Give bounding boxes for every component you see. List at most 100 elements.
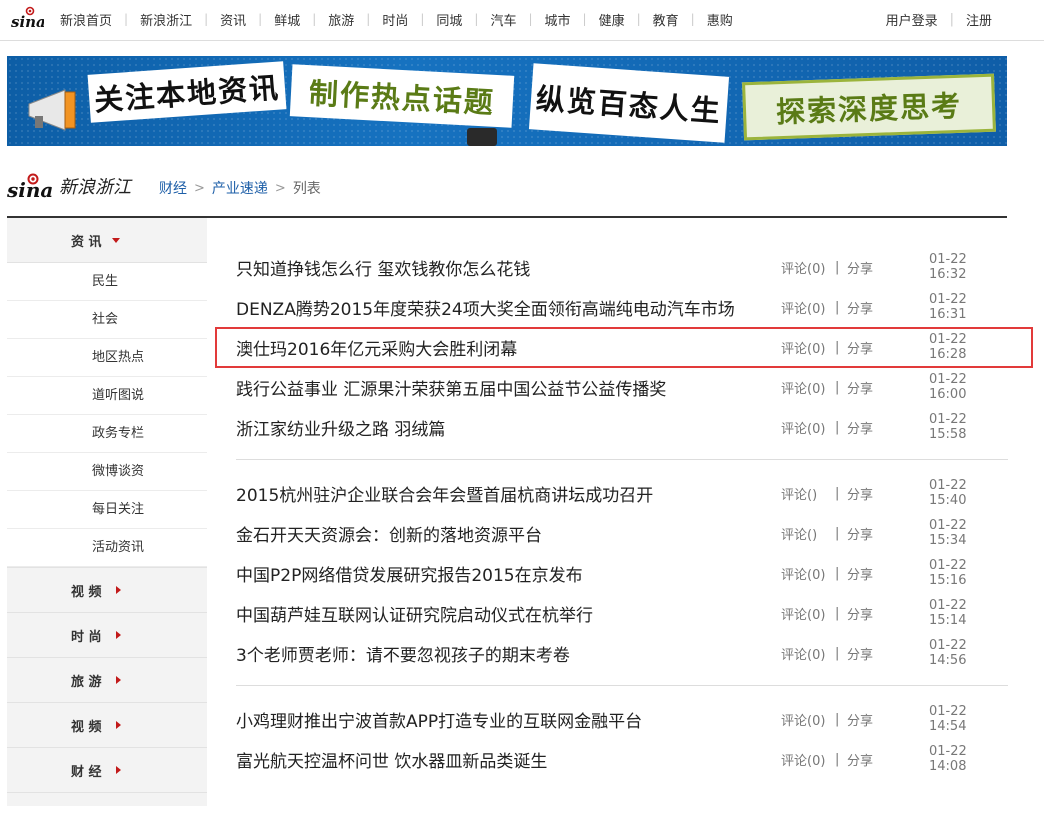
news-title-link[interactable]: 浙江家纺业升级之路 羽绒篇 <box>236 415 780 440</box>
share-link[interactable]: 分享 <box>847 710 873 729</box>
share-link[interactable]: 分享 <box>847 524 873 543</box>
separator: | <box>835 259 840 275</box>
separator: | <box>835 605 840 621</box>
brand-logo[interactable]: sina 新浪浙江 <box>7 172 131 200</box>
news-title-link[interactable]: DENZA腾势2015年度荣获24项大奖全面领衔高端纯电动汽车市场 <box>236 295 780 320</box>
share-link[interactable]: 分享 <box>847 258 873 277</box>
comment-link[interactable]: 评论(0) <box>781 564 825 583</box>
sidebar-category[interactable]: 读 图 <box>7 792 207 806</box>
comment-link[interactable]: 评论(0) <box>781 258 825 277</box>
nav-item[interactable]: 汽车 <box>478 10 528 29</box>
breadcrumb-finance[interactable]: 财经 <box>159 178 187 198</box>
news-title-link[interactable]: 中国葫芦娃互联网认证研究院启动仪式在杭举行 <box>236 601 780 626</box>
share-link[interactable]: 分享 <box>847 298 873 317</box>
news-title-link[interactable]: 2015杭州驻沪企业联合会年会暨首届杭商讲坛成功召开 <box>236 481 780 506</box>
nav-item[interactable]: 新浪首页 <box>48 10 124 29</box>
comment-link[interactable]: 评论() <box>781 524 817 543</box>
news-row: 富光航天控温杯问世 饮水器皿新品类诞生 评论(0) | 分享 01-22 14:08 <box>236 739 1008 779</box>
breadcrumb-industry[interactable]: 产业速递 <box>212 178 268 198</box>
news-row: 只知道挣钱怎么行 玺欢钱教你怎么花钱 评论(0) | 分享 01-22 16:32 <box>236 247 1008 287</box>
nav-item[interactable]: 惠购 <box>695 10 745 29</box>
comment-link[interactable]: 评论(0) <box>781 710 825 729</box>
nav-item[interactable]: 同城 <box>424 10 474 29</box>
sidebar-subitem[interactable]: 每日关注 <box>7 491 207 529</box>
news-row: 澳仕玛2016年亿元采购大会胜利闭幕 评论(0) | 分享 01-22 16:28 <box>236 327 1008 367</box>
sidebar-subitem[interactable]: 地区热点 <box>7 339 207 377</box>
share-link[interactable]: 分享 <box>847 338 873 357</box>
sidebar-subitem[interactable]: 社会 <box>7 301 207 339</box>
nav-item[interactable]: 健康 <box>587 10 637 29</box>
sina-logo[interactable]: sina <box>10 6 44 30</box>
news-title-link[interactable]: 3个老师贾老师：请不要忽视孩子的期末考卷 <box>236 641 780 666</box>
news-row: DENZA腾势2015年度荣获24项大奖全面领衔高端纯电动汽车市场 评论(0) | 分… <box>236 287 1008 327</box>
nav-item[interactable]: 资讯 <box>208 10 258 29</box>
sidebar-subitem[interactable]: 活动资讯 <box>7 529 207 567</box>
sidebar-section-label: 资 讯 <box>71 234 102 250</box>
sidebar-subitem[interactable]: 微博谈资 <box>7 453 207 491</box>
caret-right-icon <box>115 766 121 774</box>
sidebar-subitem[interactable]: 民生 <box>7 263 207 301</box>
comment-link[interactable]: 评论(0) <box>781 750 825 769</box>
comment-link[interactable]: 评论(0) <box>781 418 825 437</box>
news-row: 中国P2P网络借贷发展研究报告2015在京发布 评论(0) | 分享 01-22 15:… <box>236 553 1008 593</box>
share-link[interactable]: 分享 <box>847 378 873 397</box>
login-link[interactable]: 用户登录 <box>874 10 950 29</box>
sidebar-category[interactable]: 时 尚 <box>7 612 207 657</box>
news-time: 01-22 15:14 <box>929 598 967 628</box>
news-title-link[interactable]: 中国P2P网络借贷发展研究报告2015在京发布 <box>236 561 780 586</box>
nav-item[interactable]: 新浪浙江 <box>128 10 204 29</box>
news-title-link[interactable]: 只知道挣钱怎么行 玺欢钱教你怎么花钱 <box>236 255 780 280</box>
sidebar-category[interactable]: 旅 游 <box>7 657 207 702</box>
news-time: 01-22 16:00 <box>929 372 967 402</box>
separator: | <box>835 645 840 661</box>
separator: | <box>835 485 840 501</box>
share-link[interactable]: 分享 <box>847 750 873 769</box>
separator: | <box>835 379 840 395</box>
comment-link[interactable]: 评论(0) <box>781 644 825 663</box>
nav-item[interactable]: 城市 <box>533 10 583 29</box>
news-title-link[interactable]: 金石开天天资源会：创新的落地资源平台 <box>236 521 780 546</box>
share-link[interactable]: 分享 <box>847 564 873 583</box>
sidebar-subitem[interactable]: 道听图说 <box>7 377 207 415</box>
sina-logo-text: sina <box>11 13 44 30</box>
chevron-right-icon: > <box>194 180 205 196</box>
nav-item[interactable]: 时尚 <box>370 10 420 29</box>
news-time: 01-22 15:40 <box>929 478 967 508</box>
sidebar-category-label: 旅 游 <box>71 674 102 690</box>
news-time: 01-22 14:54 <box>929 704 967 734</box>
comment-link[interactable]: 评论(0) <box>781 604 825 623</box>
share-link[interactable]: 分享 <box>847 418 873 437</box>
nav-item[interactable]: 鲜城 <box>262 10 312 29</box>
news-row <box>236 779 1008 819</box>
sidebar-category-label: 视 频 <box>71 584 102 600</box>
separator: | <box>835 339 840 355</box>
news-title-link[interactable]: 小鸡理财推出宁波首款APP打造专业的互联网金融平台 <box>236 707 780 732</box>
news-time: 01-22 15:34 <box>929 518 967 548</box>
share-link[interactable]: 分享 <box>847 604 873 623</box>
sidebar-category-label: 时 尚 <box>71 629 102 645</box>
sidebar-category[interactable]: 视 频 <box>7 702 207 747</box>
separator: | <box>835 299 840 315</box>
comment-link[interactable]: 评论(0) <box>781 378 825 397</box>
register-link[interactable]: 注册 <box>954 10 1004 29</box>
comment-link[interactable]: 评论() <box>781 484 817 503</box>
top-banner[interactable]: 关注本地资讯 制作热点话题 纵览百态人生 探索深度思考 <box>7 56 1007 146</box>
news-title-link[interactable]: 富光航天控温杯问世 饮水器皿新品类诞生 <box>236 747 780 772</box>
news-time: 01-22 16:32 <box>929 252 967 282</box>
sidebar-category[interactable]: 视 频 <box>7 567 207 612</box>
sidebar-section-news[interactable]: 资 讯 <box>7 218 207 263</box>
sidebar-category[interactable]: 财 经 <box>7 747 207 792</box>
comment-link[interactable]: 评论(0) <box>781 338 825 357</box>
news-title-link[interactable]: 践行公益事业 汇源果汁荣获第五届中国公益节公益传播奖 <box>236 375 780 400</box>
share-link[interactable]: 分享 <box>847 484 873 503</box>
share-link[interactable]: 分享 <box>847 644 873 663</box>
news-time: 01-22 16:31 <box>929 292 967 322</box>
sidebar-subitem[interactable]: 政务专栏 <box>7 415 207 453</box>
news-time: 01-22 16:28 <box>929 332 967 362</box>
comment-link[interactable]: 评论(0) <box>781 298 825 317</box>
nav-item[interactable]: 教育 <box>641 10 691 29</box>
news-row: 金石开天天资源会：创新的落地资源平台 评论() | 分享 01-22 15:34 <box>236 513 1008 553</box>
nav-item[interactable]: 旅游 <box>316 10 366 29</box>
news-time: 01-22 15:16 <box>929 558 967 588</box>
news-title-link[interactable]: 澳仕玛2016年亿元采购大会胜利闭幕 <box>236 335 780 360</box>
